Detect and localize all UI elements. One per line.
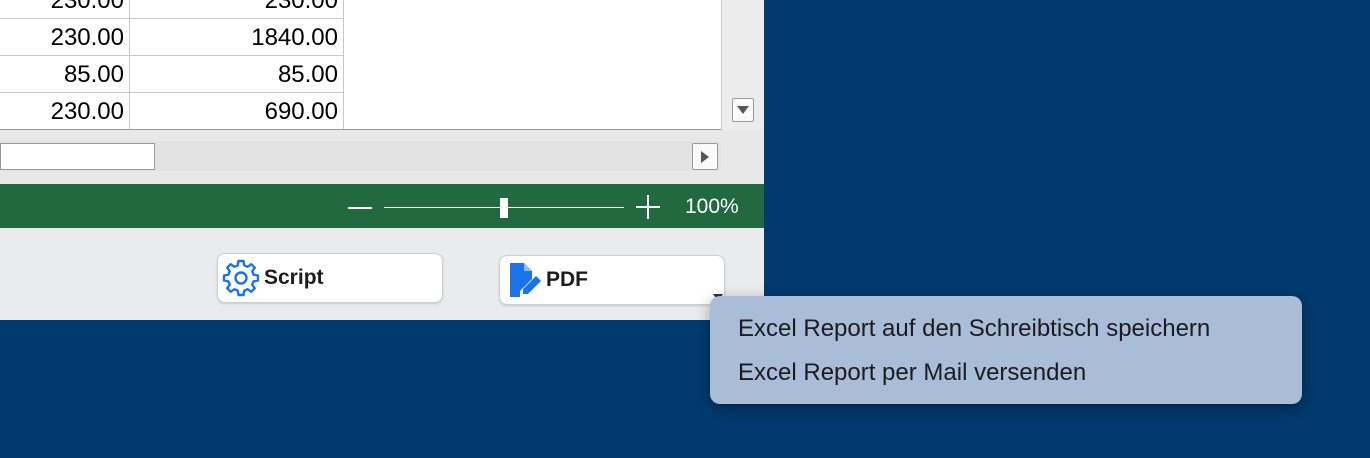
grid-cell-total[interactable]: 230.00 [130,0,344,19]
excel-window: 230.00 230.00 230.00 1840.00 85.00 85.00… [0,0,764,320]
document-pen-icon [508,261,542,299]
triangle-right-icon [701,150,709,163]
pdf-button[interactable]: PDF [499,255,725,305]
grid-cell-price[interactable]: 230.00 [0,93,130,130]
scroll-right-button[interactable] [692,143,718,170]
zoom-in-button-vertical[interactable] [647,195,649,219]
grid-divider [0,129,721,130]
zoom-out-button[interactable] [348,207,372,209]
menu-item-save-to-desktop[interactable]: Excel Report auf den Schreibtisch speich… [738,314,1210,344]
vertical-scrollbar[interactable] [721,0,764,130]
script-button[interactable]: Script [217,253,443,303]
grid-cell-total[interactable]: 85.00 [130,56,344,93]
pdf-button-label: PDF [546,268,588,291]
grid-cell-total[interactable]: 690.00 [130,93,344,130]
pdf-dropdown-menu: Excel Report auf den Schreibtisch speich… [710,296,1302,404]
menu-item-send-by-mail[interactable]: Excel Report per Mail versenden [738,358,1086,388]
triangle-down-icon [737,106,749,114]
grid-cell-price[interactable]: 230.00 [0,0,130,19]
zoom-level-label[interactable]: 100% [685,194,739,220]
grid-cell-price[interactable]: 85.00 [0,56,130,93]
script-button-label: Script [264,266,324,289]
grid-cell-total[interactable]: 1840.00 [130,19,344,56]
grid-cell-price[interactable]: 230.00 [0,19,130,56]
horizontal-scroll-thumb[interactable] [0,143,155,170]
spreadsheet-grid: 230.00 230.00 230.00 1840.00 85.00 85.00… [0,0,721,130]
zoom-slider-thumb[interactable] [500,198,508,218]
gear-icon [222,259,260,297]
scroll-down-button[interactable] [732,98,754,122]
